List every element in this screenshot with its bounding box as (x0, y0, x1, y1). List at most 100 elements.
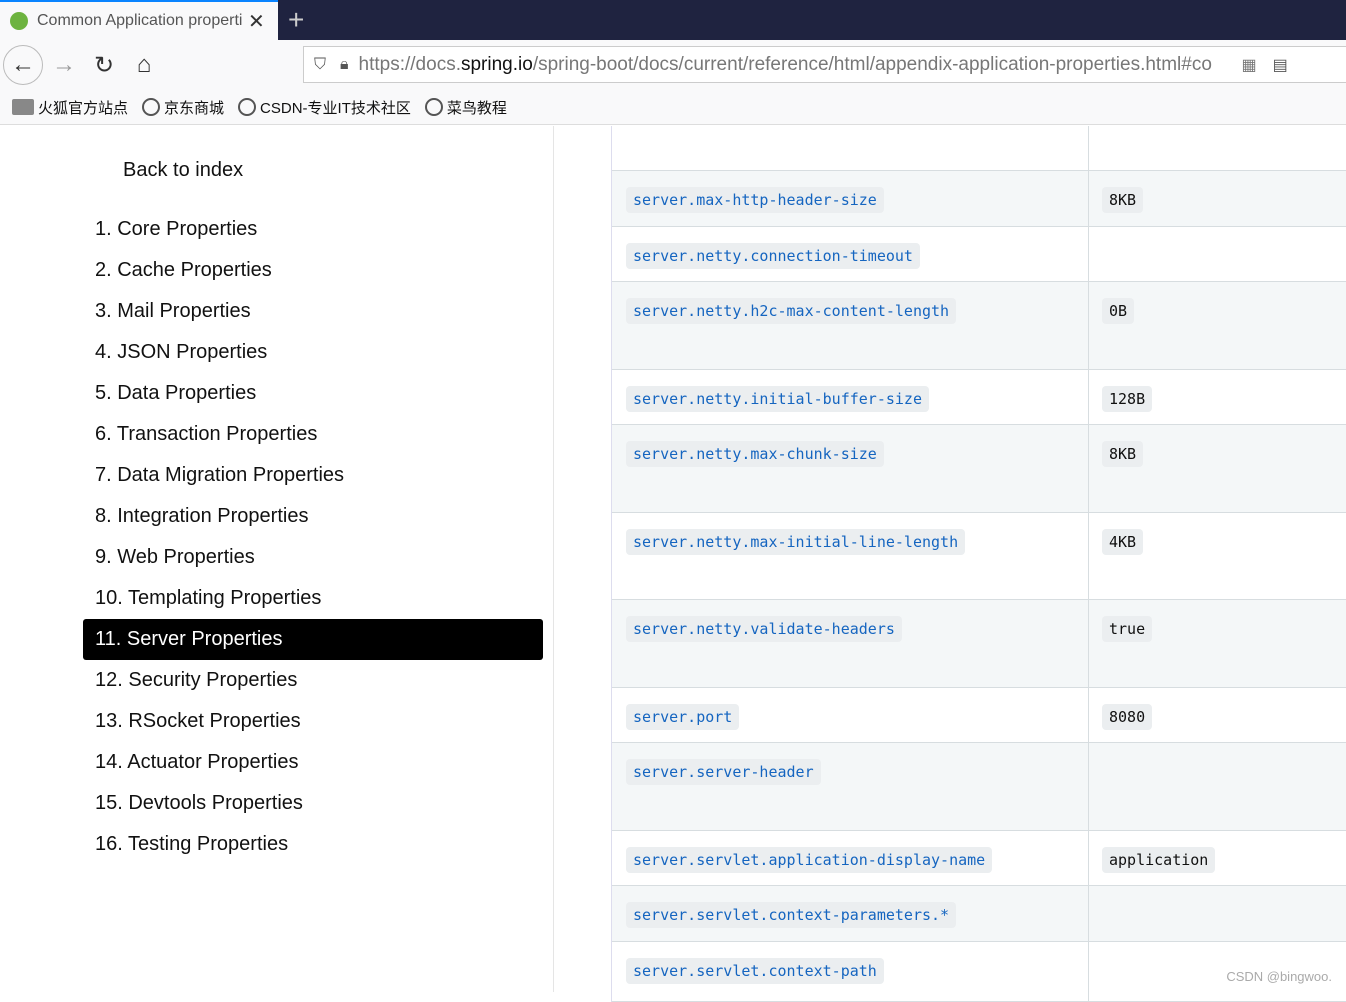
property-name-cell: server.netty.max-chunk-size (612, 425, 1089, 512)
default-value-cell: 128B (1089, 370, 1346, 424)
property-name-cell: server.port (612, 688, 1089, 742)
shield-icon[interactable]: ⛉ (314, 56, 326, 74)
sidebar-item[interactable]: 7. Data Migration Properties (83, 455, 543, 496)
property-name: server.netty.connection-timeout (626, 243, 920, 269)
sidebar-item[interactable]: 4. JSON Properties (83, 332, 543, 373)
close-tab-icon[interactable]: ✕ (248, 9, 265, 34)
sidebar-item[interactable]: 12. Security Properties (83, 660, 543, 701)
property-name-cell: server.netty.h2c-max-content-length (612, 282, 1089, 369)
url-bar[interactable]: ⛉ 🔒︎ https://docs.spring.io/spring-boot/… (303, 46, 1346, 83)
sidebar-item[interactable]: 5. Data Properties (83, 373, 543, 414)
folder-icon (12, 99, 34, 115)
new-tab-button[interactable]: + (288, 4, 304, 36)
sidebar-item[interactable]: 9. Web Properties (83, 537, 543, 578)
table-row: server.netty.h2c-max-content-length 0B (612, 282, 1346, 370)
property-name-cell: server.max-http-header-size (612, 171, 1089, 226)
forward-button[interactable]: → (44, 45, 84, 85)
default-value-cell: 8KB (1089, 425, 1346, 512)
property-name-cell: server.servlet.context-parameters.* (612, 886, 1089, 941)
default-value-cell: 8080 (1089, 688, 1346, 742)
back-to-index-link[interactable]: Back to index (123, 159, 243, 182)
properties-table: server.max-http-header-size 8KB server.net… (611, 126, 1346, 1002)
sidebar-item[interactable]: 6. Transaction Properties (83, 414, 543, 455)
property-name: server.netty.validate-headers (626, 616, 902, 642)
sidebar-item[interactable]: 1. Core Properties (83, 209, 543, 250)
property-name: server.servlet.context-path (626, 958, 884, 984)
default-value-cell (1089, 743, 1346, 830)
table-row: server.netty.initial-buffer-size 128B (612, 370, 1346, 425)
lock-icon[interactable]: 🔒︎ (340, 56, 349, 74)
bookmark-item[interactable]: 火狐官方站点 (12, 97, 128, 118)
bookmark-item[interactable]: CSDN-专业IT技术社区 (238, 97, 411, 118)
globe-icon (238, 98, 257, 116)
default-value-cell: application (1089, 831, 1346, 885)
property-name-cell: server.servlet.context-path (612, 942, 1089, 1001)
default-value: 8080 (1102, 704, 1153, 730)
url-text[interactable]: https://docs.spring.io/spring-boot/docs/… (359, 54, 1234, 76)
default-value-cell (1089, 886, 1346, 941)
default-value: 0B (1102, 298, 1135, 324)
default-value: 4KB (1102, 529, 1144, 555)
sidebar-item[interactable]: 10. Templating Properties (83, 578, 543, 619)
property-name-cell (612, 126, 1089, 170)
property-name-cell: server.netty.initial-buffer-size (612, 370, 1089, 424)
table-row: server.max-http-header-size 8KB (612, 171, 1346, 227)
property-name: server.server-header (626, 759, 821, 785)
table-row: server.netty.validate-headers true (612, 600, 1346, 688)
bookmarks-bar: 火狐官方站点 京东商城 CSDN-专业IT技术社区 菜鸟教程 (0, 90, 1346, 125)
default-value-cell (1089, 126, 1346, 170)
property-name: server.netty.initial-buffer-size (626, 386, 929, 412)
property-name: server.servlet.application-display-name (626, 847, 993, 873)
bookmark-item[interactable]: 京东商城 (142, 97, 224, 118)
property-name-cell: server.servlet.application-display-name (612, 831, 1089, 885)
bookmark-label: CSDN-专业IT技术社区 (260, 99, 411, 117)
table-row: server.netty.max-initial-line-length 4KB (612, 513, 1346, 600)
back-button[interactable]: ← (3, 45, 43, 85)
globe-icon (424, 98, 443, 116)
globe-icon (142, 98, 161, 116)
sidebar-item[interactable]: 11. Server Properties (83, 619, 543, 660)
bookmark-item[interactable]: 菜鸟教程 (424, 97, 507, 118)
property-name: server.port (626, 704, 740, 730)
table-row: server.servlet.application-display-name a… (612, 831, 1346, 886)
sidebar-item[interactable]: 2. Cache Properties (83, 250, 543, 291)
property-name-cell: server.netty.max-initial-line-length (612, 513, 1089, 599)
property-name-cell: server.netty.validate-headers (612, 600, 1089, 687)
table-row: server.servlet.context-parameters.* (612, 886, 1346, 942)
table-row: server.server-header (612, 743, 1346, 831)
watermark: CSDN @bingwoo. (1226, 969, 1332, 984)
bookmark-label: 菜鸟教程 (446, 99, 507, 117)
property-name-cell: server.netty.connection-timeout (612, 227, 1089, 281)
sidebar-item[interactable]: 14. Actuator Properties (83, 742, 543, 783)
browser-tab[interactable]: Common Application properties ✕ (0, 0, 278, 40)
sidebar-item[interactable]: 3. Mail Properties (83, 291, 543, 332)
default-value: true (1102, 616, 1153, 642)
home-button[interactable]: ⌂ (124, 45, 164, 85)
default-value-cell: 4KB (1089, 513, 1346, 599)
tab-title: Common Application properties (37, 12, 242, 29)
reload-button[interactable]: ↻ (84, 45, 124, 85)
bookmark-label: 火狐官方站点 (38, 99, 129, 117)
table-row: server.port 8080 (612, 688, 1346, 743)
property-name: server.servlet.context-parameters.* (626, 902, 957, 928)
sidebar-item[interactable]: 16. Testing Properties (83, 824, 543, 865)
default-value-cell: 0B (1089, 282, 1346, 369)
nav-bar: ← → ↻ ⌂ ⛉ 🔒︎ https://docs.spring.io/spri… (0, 40, 1346, 90)
default-value: 8KB (1102, 187, 1144, 213)
default-value-cell (1089, 227, 1346, 281)
property-name: server.netty.max-chunk-size (626, 441, 884, 467)
default-value-cell: 8KB (1089, 171, 1346, 226)
default-value: 8KB (1102, 441, 1144, 467)
table-row: server.netty.connection-timeout (612, 227, 1346, 282)
property-name-cell: server.server-header (612, 743, 1089, 830)
reader-view-icon[interactable]: ▤ (1273, 55, 1288, 75)
default-value: application (1102, 847, 1216, 873)
sidebar: Back to index 1. Core Properties 2. Cache… (0, 126, 554, 992)
default-value-cell: true (1089, 600, 1346, 687)
sidebar-item[interactable]: 13. RSocket Properties (83, 701, 543, 742)
bookmark-label: 京东商城 (164, 99, 225, 117)
table-row (612, 126, 1346, 171)
qr-code-icon[interactable]: ▦ (1242, 55, 1257, 75)
sidebar-item[interactable]: 15. Devtools Properties (83, 783, 543, 824)
sidebar-item[interactable]: 8. Integration Properties (83, 496, 543, 537)
